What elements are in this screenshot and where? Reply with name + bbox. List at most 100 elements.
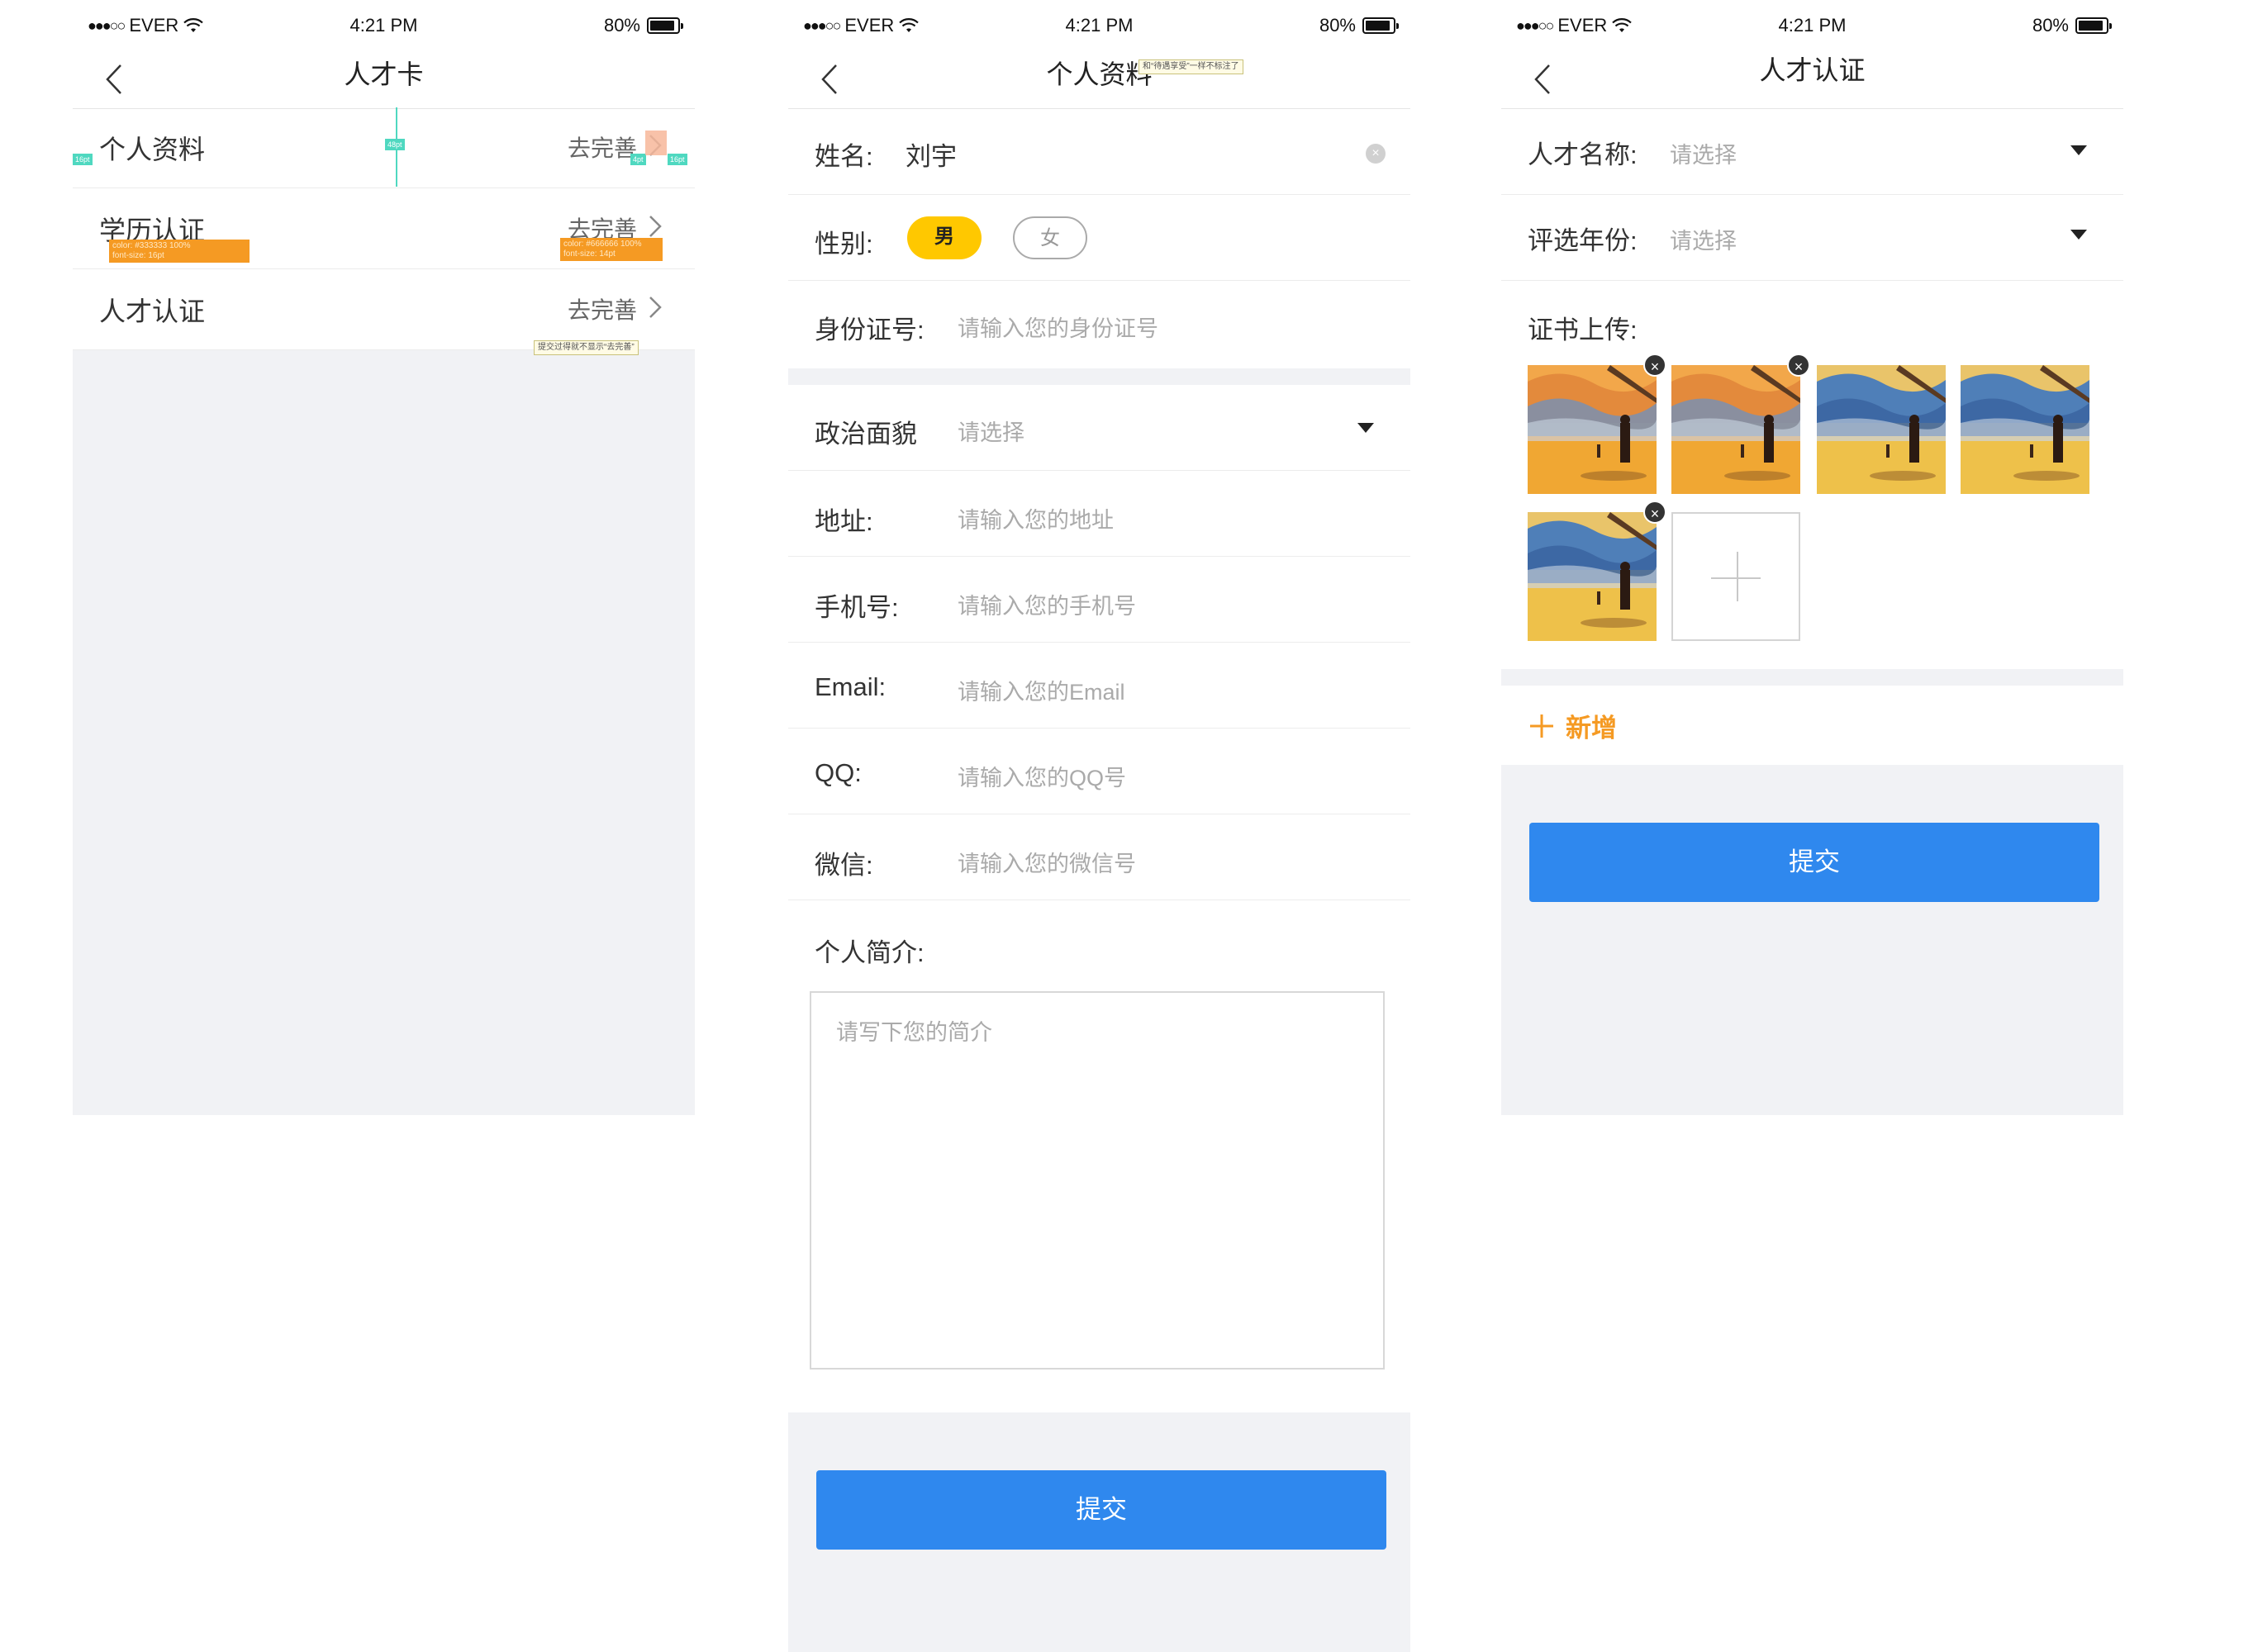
nav-bar: 人才认证 (1501, 50, 2123, 109)
height-tag: 48pt (385, 139, 405, 150)
talent-name-select[interactable]: 请选择 (1670, 137, 1737, 169)
intro-textarea[interactable]: 请写下您的简介 (810, 991, 1385, 1370)
certificate-image (1528, 512, 1657, 641)
year-row[interactable]: 评选年份: 请选择 (1501, 195, 2123, 281)
label-spec-annotation: color: #333333 100% font-size: 16pt (109, 240, 250, 263)
list-item-personal-info[interactable]: 个人资料 去完善 (73, 107, 695, 188)
gender-label: 性别: (815, 230, 873, 259)
screen-talent-card: ●●●○○ EVER 4:21 PM 80% 人才卡 个人资料 去完善 学历认证… (73, 0, 695, 1115)
caret-down-icon (2070, 145, 2087, 155)
plus-icon (1530, 714, 1553, 738)
status-time: 4:21 PM (1065, 15, 1134, 36)
chevron-right-icon (649, 297, 662, 318)
qq-label: QQ: (815, 758, 862, 787)
battery-status: 80% (603, 15, 683, 36)
wechat-row: 微信: 请输入您的微信号 (788, 814, 1410, 900)
politics-label: 政治面貌 (815, 420, 917, 449)
chevron-highlight (645, 131, 667, 155)
intro-section: 个人简介: 请写下您的简介 (788, 900, 1410, 1412)
remove-image-icon[interactable]: × (1787, 354, 1810, 377)
gender-male-option[interactable]: 男 (907, 216, 982, 259)
status-bar: ●●●○○ EVER 4:21 PM 80% (73, 0, 695, 50)
certificate-image (1961, 365, 2089, 494)
certificate-thumbnail[interactable] (1817, 365, 1946, 494)
clear-icon[interactable]: × (1366, 144, 1386, 164)
add-new-label: 新增 (1566, 714, 1617, 743)
upload-label: 证书上传: (1528, 316, 1638, 344)
name-row: 姓名: 刘宇 × (788, 109, 1410, 195)
email-row: Email: 请输入您的Email (788, 643, 1410, 729)
nav-bar: 个人资料 和“待遇享受”一样不标注了 (788, 50, 1410, 109)
remove-image-icon[interactable]: × (1643, 501, 1666, 524)
qq-input[interactable]: 请输入您的QQ号 (958, 760, 1126, 792)
intro-label: 个人简介: (815, 938, 925, 967)
remove-image-icon[interactable]: × (1643, 354, 1666, 377)
add-new-button[interactable]: 新增 (1528, 707, 1617, 744)
gap-tag: 4pt (630, 154, 646, 165)
submit-note-annotation: 提交过得就不显示“去完善” (534, 340, 639, 355)
section-divider (1501, 669, 2123, 686)
year-label: 评选年份: (1528, 226, 1638, 255)
gender-female-option[interactable]: 女 (1013, 216, 1087, 259)
list-item-talent-cert[interactable]: 人才认证 去完善 (73, 269, 695, 350)
phone-label: 手机号: (815, 593, 899, 622)
battery-icon (1362, 17, 1399, 34)
empty-background (73, 350, 695, 1115)
id-row: 身份证号: 请输入您的身份证号 (788, 281, 1410, 368)
screen-personal-info: ●●●○○ EVER 4:21 PM 80% 个人资料 和“待遇享受”一样不标注… (788, 0, 1410, 1652)
row-status: 去完善 (567, 297, 637, 323)
gender-row: 性别: 男 女 (788, 195, 1410, 281)
row-label: 人才认证 (99, 297, 206, 326)
phone-row: 手机号: 请输入您的手机号 (788, 557, 1410, 643)
add-image-button[interactable] (1671, 512, 1800, 641)
submit-button[interactable]: 提交 (816, 1470, 1386, 1550)
page-title: 人才卡 (344, 59, 424, 89)
wechat-input[interactable]: 请输入您的微信号 (958, 846, 1136, 878)
talent-card-list: 个人资料 去完善 学历认证 去完善 人才认证 去完善 (73, 107, 695, 350)
battery-icon (647, 17, 683, 34)
battery-percent: 80% (603, 15, 640, 36)
wechat-label: 微信: (815, 851, 873, 880)
right-margin-tag: 16pt (668, 154, 687, 165)
left-margin-tag: 16pt (73, 154, 93, 165)
certificate-thumbnail[interactable] (1528, 512, 1657, 641)
footer-background (1501, 765, 2123, 1115)
qq-row: QQ: 请输入您的QQ号 (788, 729, 1410, 814)
battery-status: 80% (1319, 15, 1399, 36)
certificate-thumbnail[interactable] (1528, 365, 1657, 494)
certificate-image (1528, 365, 1657, 494)
nav-bar: 人才卡 (73, 50, 695, 109)
politics-select[interactable]: 请选择 (958, 415, 1024, 447)
id-number-input[interactable]: 请输入您的身份证号 (958, 311, 1158, 343)
phone-input[interactable]: 请输入您的手机号 (958, 588, 1136, 620)
status-time: 4:21 PM (349, 15, 418, 36)
name-label: 姓名: (815, 142, 873, 171)
status-bar: ●●●○○ EVER 4:21 PM 80% (788, 0, 1410, 50)
intro-placeholder: 请写下您的简介 (836, 1020, 992, 1045)
row-label: 个人资料 (99, 135, 206, 164)
battery-percent: 80% (2032, 15, 2069, 36)
talent-name-label: 人才名称: (1528, 140, 1638, 169)
page-title: 人才认证 (1759, 55, 1866, 85)
name-field[interactable]: 刘宇 (906, 135, 957, 173)
certificate-thumbnail[interactable] (1961, 365, 2089, 494)
certificate-image (1671, 365, 1800, 494)
screen-talent-cert: ●●●○○ EVER 4:21 PM 80% 人才认证 人才名称: 请选择 评选… (1501, 0, 2123, 1115)
email-input[interactable]: 请输入您的Email (958, 674, 1125, 706)
politics-row[interactable]: 政治面貌 请选择 (788, 385, 1410, 471)
address-row: 地址: 请输入您的地址 (788, 471, 1410, 557)
battery-icon (2075, 17, 2112, 34)
page-title: 个人资料 (1046, 59, 1153, 89)
row-status: 去完善 (567, 135, 637, 161)
submit-button[interactable]: 提交 (1529, 823, 2099, 902)
certificate-thumbnail[interactable] (1671, 365, 1800, 494)
value-spec-annotation: color: #666666 100% font-size: 14pt (560, 238, 663, 261)
status-time: 4:21 PM (1778, 15, 1847, 36)
section-divider (788, 368, 1410, 385)
year-select[interactable]: 请选择 (1670, 223, 1737, 255)
talent-name-row[interactable]: 人才名称: 请选择 (1501, 109, 2123, 195)
title-note-annotation: 和“待遇享受”一样不标注了 (1139, 59, 1243, 74)
address-label: 地址: (815, 507, 873, 536)
address-input[interactable]: 请输入您的地址 (958, 502, 1114, 534)
chevron-right-icon (649, 216, 662, 237)
